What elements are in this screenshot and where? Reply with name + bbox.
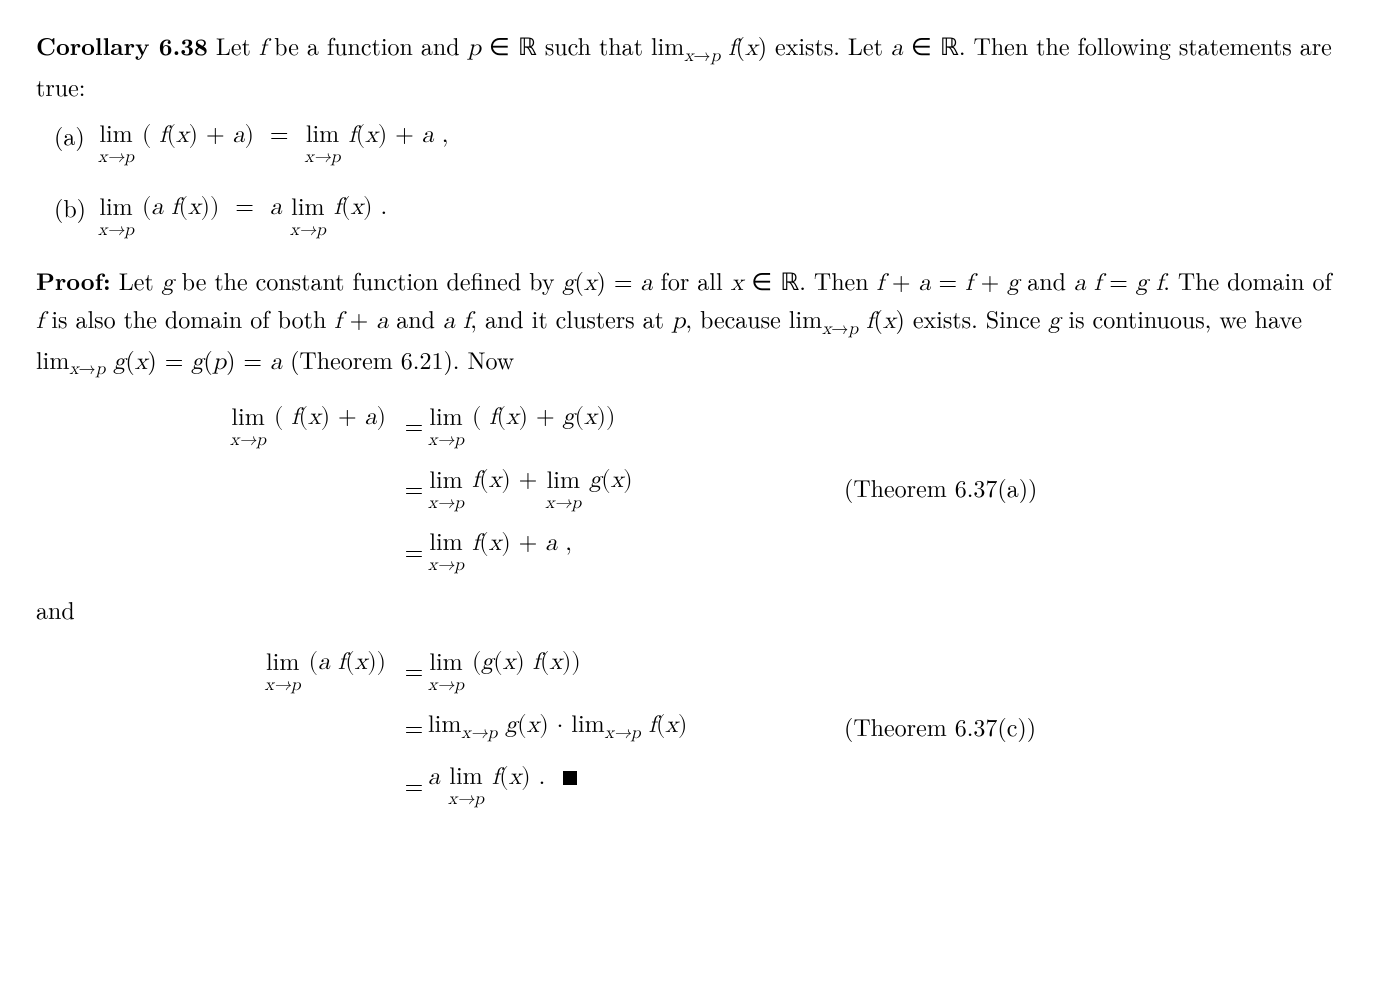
proof-label: Proof: (36, 264, 111, 298)
item-a-label: (a) (54, 118, 98, 167)
qed-icon (563, 771, 577, 785)
deriv2-row3: = a limx→p f(x) . (156, 760, 1342, 809)
and-connector: and (36, 592, 1342, 627)
deriv1-note: (Theorem 6.37(a)) (808, 470, 1037, 505)
proof-paragraph: Proof: Let g be the constant function de… (36, 263, 1342, 382)
deriv1-row3: = limx→p f(x) + a , (156, 526, 1342, 575)
corollary-label: Corollary 6.38 (36, 29, 208, 63)
deriv1-row1: limx→p ( f(x) + a) = limx→p ( f(x) + g(x… (156, 400, 1342, 449)
deriv2-row1: limx→p (a f(x)) = limx→p (g(x) f(x)) (156, 645, 1342, 694)
proof-text: Let g be the constant function defined b… (36, 263, 1332, 376)
item-b: (b) limx→p (a f(x)) = a limx→p f(x) . (36, 190, 1342, 239)
item-b-statement: limx→p (a f(x)) = a limx→p f(x) . (98, 190, 387, 239)
deriv1-row2: = limx→p f(x) + limx→p g(x) (Theorem 6.3… (156, 463, 1342, 512)
deriv2-row2: = limx→p g(x) · limx→p f(x) (Theorem 6.3… (156, 708, 1342, 746)
corollary-items: (a) limx→p ( f(x) + a) = limx→p f(x) + a… (36, 118, 1342, 239)
corollary-statement: Corollary 6.38 Let f be a function and p… (36, 28, 1342, 104)
item-b-label: (b) (54, 190, 98, 239)
derivation-2: limx→p (a f(x)) = limx→p (g(x) f(x)) = l… (156, 645, 1342, 808)
derivation-1: limx→p ( f(x) + a) = limx→p ( f(x) + g(x… (156, 400, 1342, 574)
item-a-statement: limx→p ( f(x) + a) = limx→p f(x) + a , (98, 118, 448, 167)
deriv2-note: (Theorem 6.37(c)) (808, 709, 1036, 744)
item-a: (a) limx→p ( f(x) + a) = limx→p f(x) + a… (36, 118, 1342, 167)
corollary-intro: Let f be a function and p ∈ ℝ such that … (36, 28, 1332, 103)
